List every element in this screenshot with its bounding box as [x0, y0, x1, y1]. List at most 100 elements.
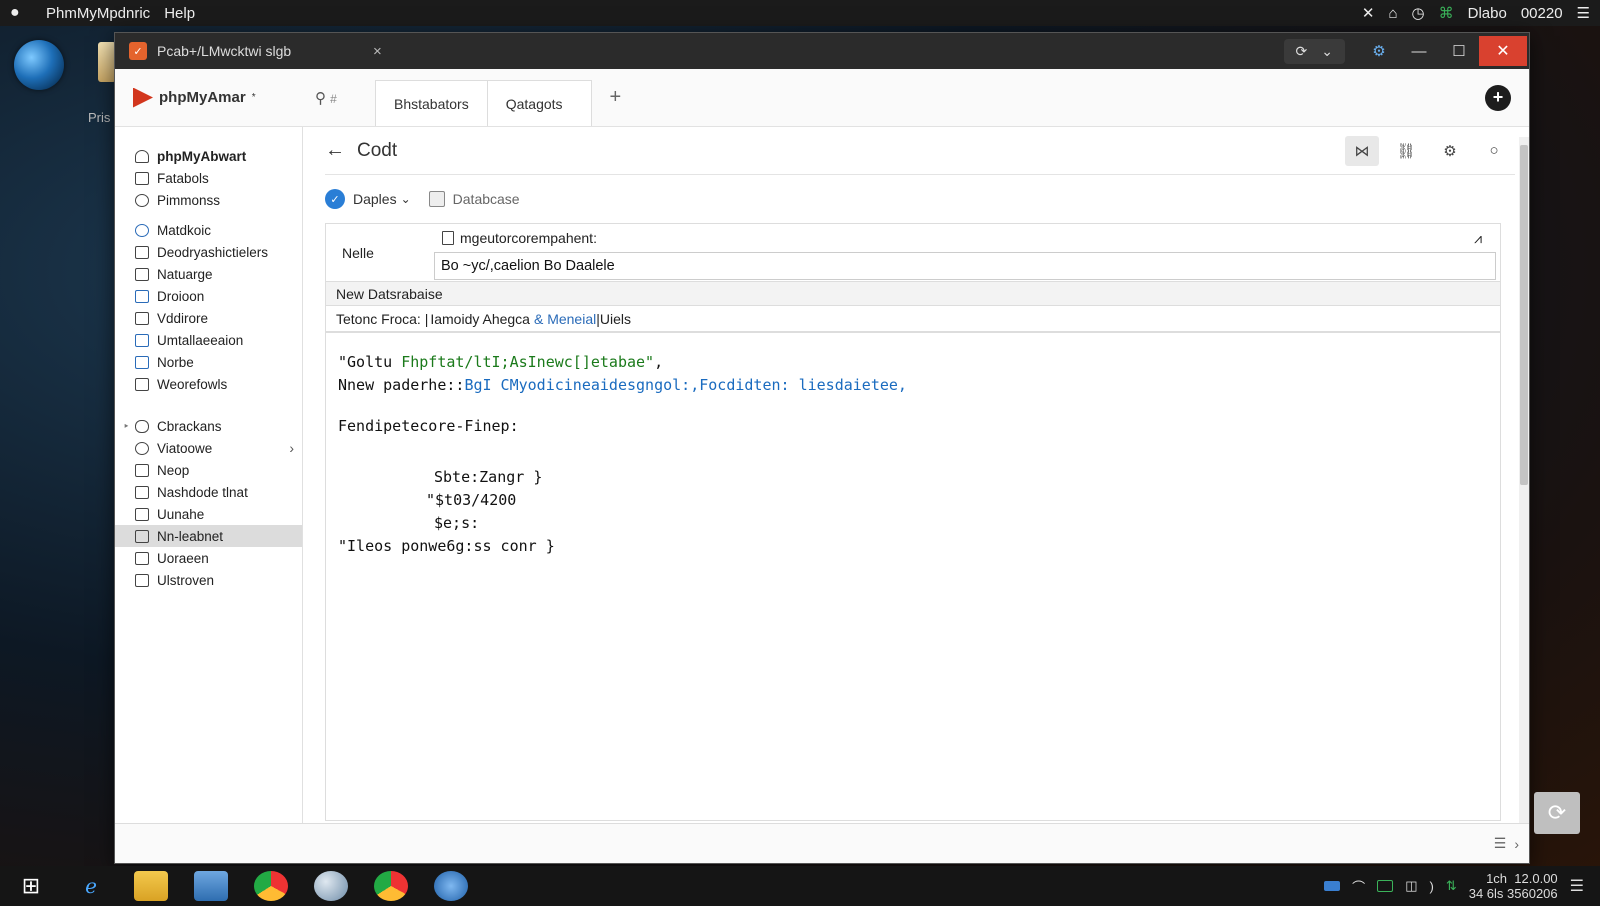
sidebar-item-14[interactable]: Nashdode tlnat: [115, 481, 302, 503]
row-suffix: |Uiels: [596, 310, 631, 327]
maximize-button[interactable]: ☐: [1439, 42, 1479, 60]
mark-icon[interactable]: ⋈: [1345, 135, 1379, 166]
cloud-icon: [135, 419, 149, 433]
window-icon[interactable]: ⌂: [1388, 5, 1397, 22]
notifications-icon[interactable]: ☰: [1570, 876, 1584, 896]
sidebar-item-2[interactable]: Pimmonss: [115, 189, 302, 211]
menu-app-name[interactable]: PhmMyMpdnric: [46, 5, 150, 22]
chevron-down-icon[interactable]: ⌄: [401, 192, 411, 206]
refresh-floating-button[interactable]: ⟳: [1534, 792, 1580, 834]
tab-close-icon[interactable]: ×: [373, 43, 382, 60]
sidebar-item-11[interactable]: Cbrackans: [115, 415, 302, 437]
sidebar-item-label: Umtallaeeaion: [157, 332, 244, 348]
sidebar-item-13[interactable]: Neop: [115, 459, 302, 481]
close-icon[interactable]: ✕: [1362, 4, 1375, 22]
sphere-app-icon[interactable]: [314, 871, 348, 901]
refresh-icon[interactable]: ⟳: [1296, 43, 1308, 60]
sidebar-item-9[interactable]: Norbe: [115, 351, 302, 373]
sidebar-item-4[interactable]: Deodryashictielers: [115, 241, 302, 263]
new-button[interactable]: +: [1485, 84, 1511, 111]
browser-window: ✓ Pcab+/LMwcktwi slgb × ⟳ ⌄ ⚙ — ☐ ✕ phpM…: [114, 32, 1530, 864]
scrollbar[interactable]: [1519, 137, 1529, 823]
edge-icon[interactable]: ℯ: [74, 871, 108, 901]
header-tabs: Bhstabators Qatagots: [375, 69, 592, 126]
back-arrow-icon[interactable]: ←: [325, 139, 357, 162]
hamburger-icon[interactable]: ☰: [1577, 4, 1590, 22]
system-menu-bar: ● PhmMyMpdnric Help ✕ ⌂ ◷ ⌘ Dlabo 00220 …: [0, 0, 1600, 26]
database-icon: [135, 149, 149, 163]
minimize-button[interactable]: —: [1399, 43, 1439, 60]
sidebar-item-18[interactable]: Ulstroven: [115, 569, 302, 591]
extension-icon[interactable]: ⚙: [1359, 42, 1399, 60]
add-tab-button[interactable]: +: [610, 86, 622, 109]
sidebar-item-16[interactable]: Nn-leabnet: [115, 525, 302, 547]
tab-bhstabators[interactable]: Bhstabators: [375, 80, 488, 126]
app-logo[interactable]: phpMyAmar *: [133, 87, 315, 108]
sidebar-item-3[interactable]: Matdkoic: [115, 219, 302, 241]
trend-icon[interactable]: ⩘: [1474, 230, 1482, 247]
chevron-down-icon[interactable]: ⌄: [1321, 43, 1333, 60]
logo-sup: *: [251, 92, 256, 103]
wifi-icon[interactable]: ⌒: [1352, 877, 1365, 896]
sidebar: phpMyAbwart Fatabols Pimmonss Matdkoic D…: [115, 127, 303, 823]
sidebar-item-12[interactable]: Viatoowe ›: [115, 437, 302, 459]
battery-icon[interactable]: [1377, 880, 1394, 892]
safari-icon[interactable]: [434, 871, 468, 901]
sidebar-item-15[interactable]: Uunahe: [115, 503, 302, 525]
code-line: "Ileos ponwe6g:ss conr }: [338, 537, 555, 555]
sidebar-item-17[interactable]: Uoraeen: [115, 547, 302, 569]
database-link[interactable]: Databcase: [453, 191, 520, 207]
sidebar-item-5[interactable]: Natuarge: [115, 263, 302, 285]
speaker-icon[interactable]: ◫: [1405, 878, 1417, 894]
search-icon[interactable]: ⚲ #: [315, 89, 361, 107]
tab-qatagots[interactable]: Qatagots: [487, 80, 592, 126]
chrome-icon-2[interactable]: [374, 871, 408, 901]
daples-dropdown[interactable]: Daples: [353, 191, 397, 207]
sidebar-item-6[interactable]: Droioon: [115, 285, 302, 307]
folder-icon[interactable]: [134, 871, 168, 901]
sidebar-item-0[interactable]: phpMyAbwart: [115, 145, 302, 167]
name-input[interactable]: Bo ~yc/,caelion Bo Daalele: [434, 252, 1496, 280]
menu-help[interactable]: Help: [164, 5, 195, 22]
user-label[interactable]: Dlabo: [1468, 5, 1507, 22]
volume-icon[interactable]: ): [1429, 879, 1433, 894]
settings-icon[interactable]: ⚙: [1433, 136, 1467, 166]
monitor-icon[interactable]: [1324, 881, 1341, 891]
document-icon: [442, 231, 454, 245]
apple-icon[interactable]: ●: [10, 4, 32, 22]
sync-icon[interactable]: ⇅: [1446, 878, 1457, 894]
file-text-icon: [135, 529, 149, 543]
close-button[interactable]: ✕: [1479, 36, 1527, 66]
code-line: $e;s:: [434, 514, 480, 532]
sidebar-item-7[interactable]: Vddirore: [115, 307, 302, 329]
scrollbar-thumb[interactable]: [1520, 145, 1528, 485]
target-icon: [135, 441, 149, 455]
windows-start-icon[interactable]: ⊞: [14, 871, 48, 901]
sync-dropdown[interactable]: ⟳ ⌄: [1283, 38, 1345, 64]
app-header: phpMyAmar * ⚲ # Bhstabators Qatagots + +: [115, 69, 1529, 127]
chevron-right-icon[interactable]: ›: [1514, 836, 1519, 852]
sidebar-item-8[interactable]: Umtallaeeaion: [115, 329, 302, 351]
code-editor[interactable]: "Goltu Fhpftat/ltI;AsInewc[]etabae", Nne…: [325, 333, 1501, 821]
tray-clock[interactable]: 1ch 12.0.00 34 6ls 3560206: [1469, 871, 1558, 901]
document-app-icon[interactable]: [194, 871, 228, 901]
tab-title[interactable]: Pcab+/LMwcktwi slgb: [157, 43, 357, 59]
sidebar-item-label: Viatoowe: [157, 440, 213, 456]
code-string: Fhpftat/ltI;AsInewc[]etabae": [401, 353, 655, 371]
taskbar: ⊞ ℯ ⌒ ◫ ) ⇅ 1ch 12.0.00 34 6ls 3560206 ☰: [0, 866, 1600, 906]
system-tray-top: ✕ ⌂ ◷ ⌘ Dlabo 00220 ☰: [1362, 4, 1590, 23]
circle-icon[interactable]: ○: [1477, 136, 1511, 166]
network-icon[interactable]: ⌘: [1439, 4, 1454, 22]
bank-icon: [135, 245, 149, 259]
clock-icon[interactable]: ◷: [1412, 4, 1425, 22]
chrome-icon[interactable]: [254, 871, 288, 901]
meneial-link[interactable]: & Meneial: [534, 311, 596, 327]
chevron-right-icon[interactable]: ›: [289, 440, 294, 456]
field-header: mgeutorcorempahent: ⩘: [434, 228, 1496, 248]
sidebar-item-10[interactable]: Weorefowls: [115, 373, 302, 395]
list-view-icon[interactable]: ☰: [1494, 835, 1507, 852]
globe-desktop-icon[interactable]: [14, 40, 64, 90]
link-icon[interactable]: ⛓: [1389, 136, 1423, 166]
list-icon: [135, 311, 149, 325]
sidebar-item-1[interactable]: Fatabols: [115, 167, 302, 189]
